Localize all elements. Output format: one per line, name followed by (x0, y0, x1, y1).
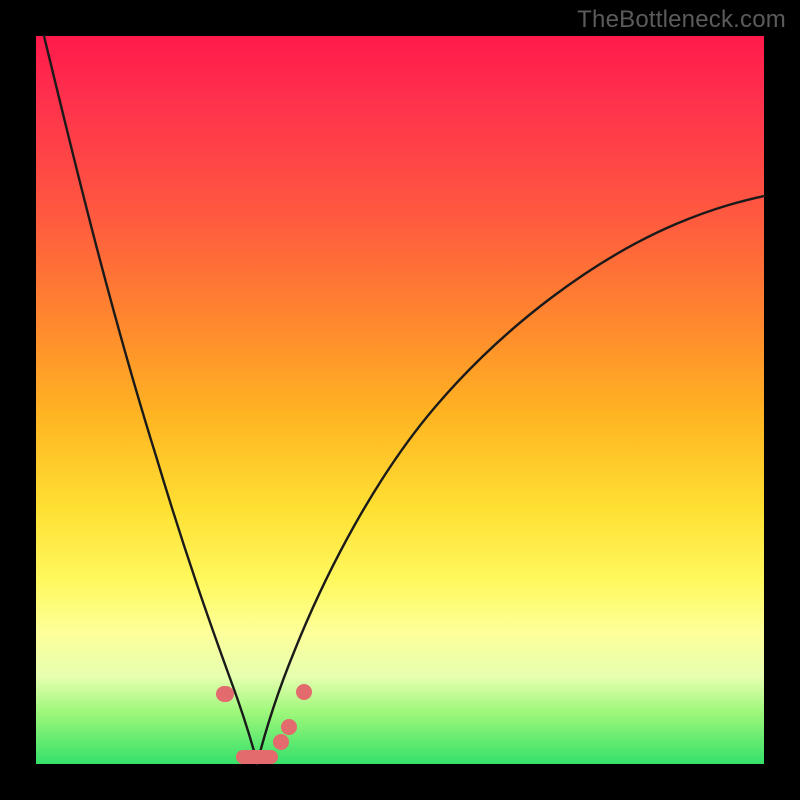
plot-area (36, 36, 764, 764)
marker-pill-left (216, 686, 234, 702)
curve-left-branch (44, 36, 257, 764)
marker-dot-3 (296, 684, 312, 700)
bottleneck-curve (36, 36, 764, 764)
marker-dot-1 (273, 734, 289, 750)
watermark-text: TheBottleneck.com (577, 6, 786, 34)
marker-dot-2 (281, 719, 297, 735)
marker-pill-bottom (236, 750, 278, 764)
curve-right-branch (257, 196, 764, 764)
chart-frame: TheBottleneck.com (0, 0, 800, 800)
